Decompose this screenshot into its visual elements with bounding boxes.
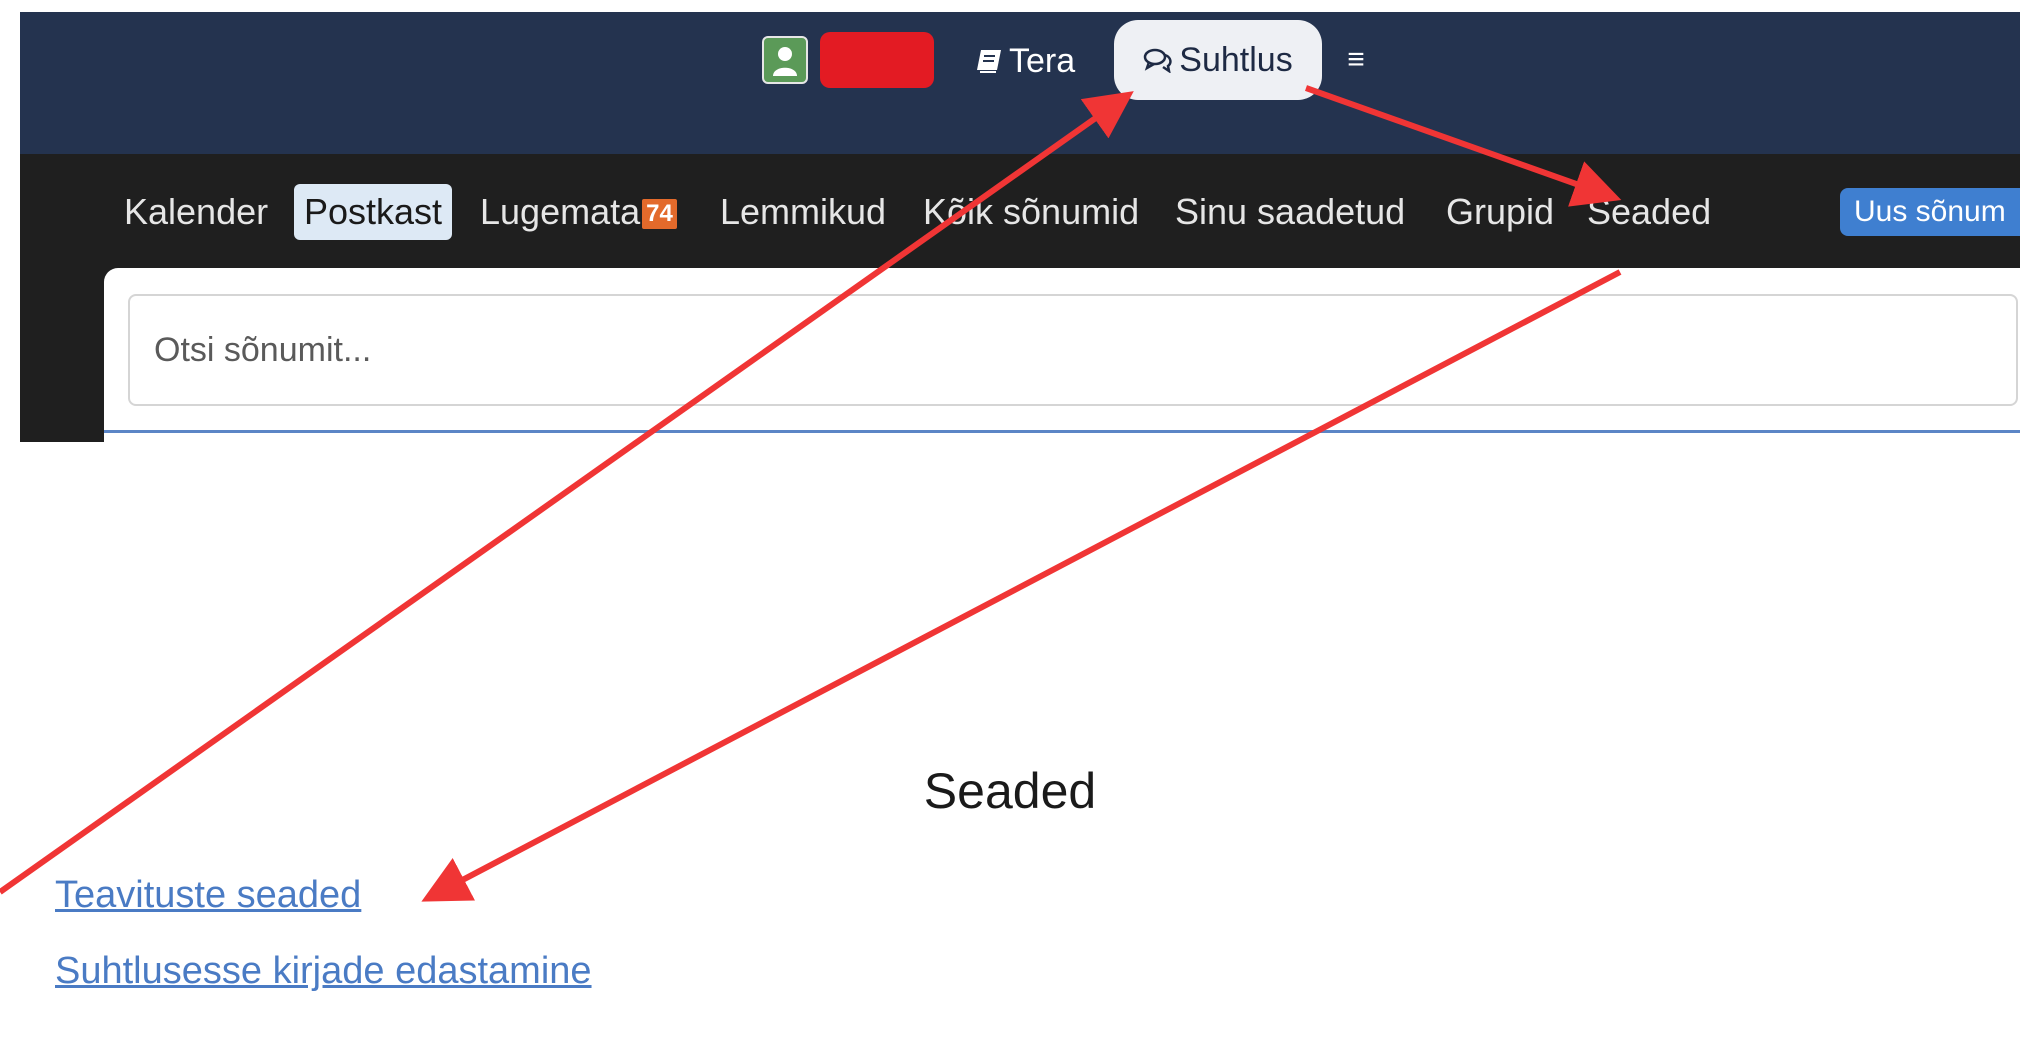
suhtlus-label: Suhtlus (1179, 40, 1293, 79)
tera-link[interactable]: Tera (975, 38, 1075, 84)
hamburger-glyph: ≡ (1347, 43, 1365, 76)
suhtlus-tab[interactable]: Suhtlus (1114, 20, 1322, 100)
unread-count-badge: 74 (642, 199, 677, 230)
tera-label: Tera (1009, 41, 1076, 80)
notification-settings-link[interactable]: Teavituste seaded (55, 874, 361, 917)
search-input[interactable] (128, 294, 2018, 406)
nav-item-koik-sonumid[interactable]: Kõik sõnumid (923, 184, 1139, 240)
mail-navigation-bar: Kalender Postkast Lugemata 74 Lemmikud Kõ… (20, 154, 2020, 254)
nav-item-lemmikud[interactable]: Lemmikud (720, 184, 886, 240)
mail-forwarding-link[interactable]: Suhtlusesse kirjade edastamine (55, 950, 592, 993)
nav-item-label: Seaded (1587, 191, 1712, 232)
chat-bubbles-icon (1144, 48, 1172, 73)
top-navigation-bar: Tera Suhtlus ≡ (20, 12, 2020, 154)
nav-item-sinu-saadetud[interactable]: Sinu saadetud (1175, 184, 1405, 240)
nav-item-label: Kõik sõnumid (923, 191, 1140, 232)
nav-item-label: Postkast (304, 191, 443, 232)
app-screenshot: Tera Suhtlus ≡ Kalender Postkast Lugemat… (20, 12, 2020, 442)
nav-item-kalender[interactable]: Kalender (124, 184, 268, 240)
nav-item-label: Sinu saadetud (1175, 191, 1406, 232)
user-avatar-icon[interactable] (762, 36, 808, 84)
nav-item-grupid[interactable]: Grupid (1446, 184, 1554, 240)
nav-item-seaded[interactable]: Seaded (1587, 184, 1711, 240)
redacted-user-name (820, 32, 934, 88)
settings-heading: Seaded (923, 763, 1097, 819)
new-message-button[interactable]: Uus sõnum (1840, 188, 2020, 236)
user-avatar-icon-glyph (773, 47, 797, 76)
nav-item-label: Grupid (1446, 191, 1555, 232)
left-dark-strip (20, 268, 104, 442)
nav-item-label: Kalender (124, 191, 269, 232)
nav-item-label: Lugemata (480, 191, 641, 232)
nav-item-postkast[interactable]: Postkast (294, 184, 453, 240)
book-icon (977, 50, 1001, 73)
panel-divider (104, 430, 2020, 433)
nav-item-label: Lemmikud (720, 191, 887, 232)
hamburger-icon[interactable]: ≡ (1340, 40, 1372, 80)
nav-item-lugemata[interactable]: Lugemata 74 (480, 184, 677, 240)
